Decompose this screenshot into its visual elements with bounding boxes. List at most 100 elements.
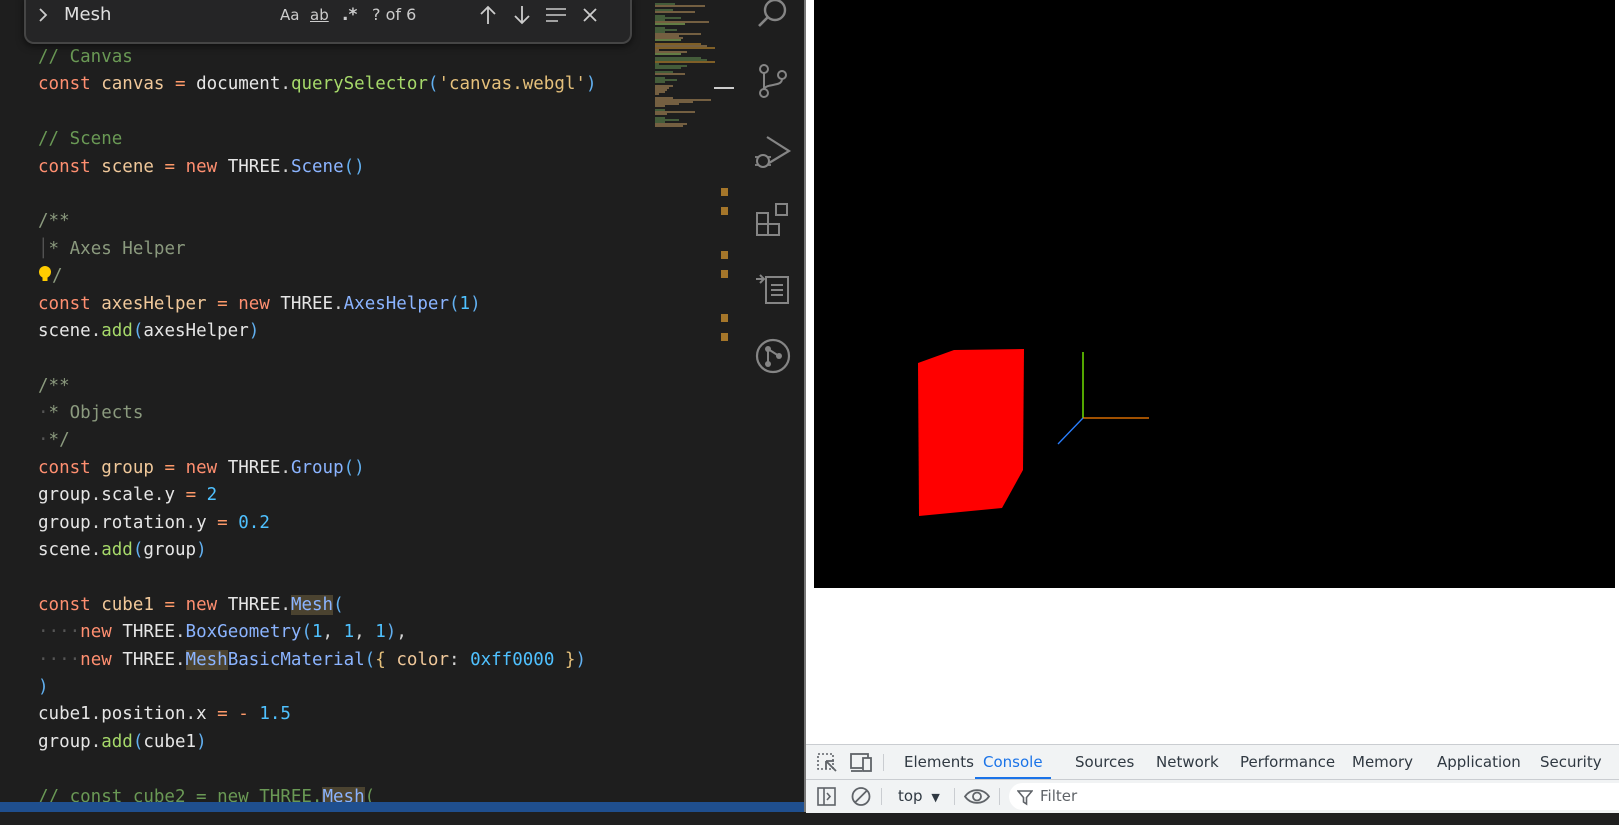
code-token: ( [301, 622, 312, 643]
match-case-toggle[interactable]: Aa [280, 0, 299, 34]
code-line[interactable]: / [38, 263, 597, 290]
inspect-element-icon[interactable] [816, 745, 838, 779]
code-line[interactable] [38, 756, 597, 783]
find-match-marker [721, 188, 728, 196]
tab-console[interactable]: Console [975, 745, 1051, 779]
code-token: axesHelper [101, 293, 207, 314]
tab-elements[interactable]: Elements [904, 745, 974, 779]
code-line[interactable]: ·* Objects [38, 400, 597, 427]
tab-network[interactable]: Network [1156, 745, 1219, 779]
search-match-highlight: Mesh [290, 594, 334, 615]
code-line[interactable]: cube1.position.x = - 1.5 [38, 701, 597, 728]
extensions-icon[interactable] [745, 196, 801, 244]
code-token: ( [427, 74, 439, 95]
code-line[interactable]: ····new THREE.BoxGeometry(1, 1, 1), [38, 619, 597, 646]
code-line[interactable]: ····new THREE.MeshBasicMaterial({ color:… [38, 647, 597, 674]
clear-console-icon[interactable] [850, 780, 872, 813]
whole-word-toggle[interactable]: ab [310, 0, 329, 34]
whole-word-label: ab [310, 6, 329, 24]
find-input[interactable]: Mesh [64, 0, 111, 34]
code-line[interactable]: const axesHelper = new THREE.AxesHelper(… [38, 291, 597, 318]
code-line[interactable]: scene.add(axesHelper) [38, 318, 597, 345]
code-editor[interactable]: Mesh Aa ab .* ? of 6 // Canvas const canv… [0, 0, 805, 812]
code-line[interactable]: group.rotation.y = 0.2 [38, 510, 597, 537]
code-line[interactable] [38, 564, 597, 591]
context-selector[interactable]: top ▼ [898, 780, 940, 813]
git-graph-icon[interactable] [745, 332, 801, 380]
activity-bar [745, 0, 805, 812]
find-in-selection-icon[interactable] [544, 0, 568, 34]
toggle-replace-icon[interactable] [36, 0, 50, 34]
remote-explorer-icon[interactable] [745, 264, 801, 312]
code-token: scale [101, 485, 154, 506]
code-token: = [164, 594, 176, 615]
toolbar-separator [883, 754, 884, 771]
code-line[interactable]: // Canvas [38, 44, 597, 71]
code-line[interactable]: const cube1 = new THREE.Mesh( [38, 592, 597, 619]
tab-application[interactable]: Application [1437, 745, 1521, 779]
code-token: THREE [280, 293, 334, 314]
code-line[interactable]: scene.add(group) [38, 537, 597, 564]
code-token: new [185, 457, 218, 478]
code-line[interactable] [38, 181, 597, 208]
code-line[interactable]: // Scene [38, 126, 597, 153]
code-token: 0xff0000 [470, 649, 555, 670]
code-lines[interactable]: // Canvas const canvas = document.querySe… [38, 44, 597, 811]
code-token: AxesHelper [343, 293, 449, 314]
code-token: = [217, 512, 228, 533]
code-token: 0.2 [238, 512, 270, 533]
source-control-icon[interactable] [745, 57, 801, 105]
code-token: ( [448, 293, 460, 314]
code-token: = [217, 704, 228, 725]
minimap[interactable] [655, 0, 715, 140]
code-line[interactable]: ·*/ [38, 427, 597, 454]
code-line[interactable]: const group = new THREE.Group() [38, 455, 597, 482]
code-token: THREE [122, 622, 175, 643]
code-token: y [164, 485, 176, 506]
code-line[interactable]: ) [38, 674, 597, 701]
code-line[interactable]: const canvas = document.querySelector('c… [38, 71, 597, 98]
code-line[interactable] [38, 345, 597, 372]
code-token: cube1 [143, 731, 197, 752]
code-token: document [196, 74, 281, 95]
code-line[interactable]: /** [38, 373, 597, 400]
run-debug-icon[interactable] [745, 127, 801, 175]
code-line[interactable]: const scene = new THREE.Scene() [38, 154, 597, 181]
code-token: · [38, 403, 49, 424]
code-token: = [175, 74, 186, 95]
tab-sources[interactable]: Sources [1075, 745, 1134, 779]
code-line[interactable]: │* Axes Helper [38, 236, 597, 263]
previous-match-icon[interactable] [478, 0, 498, 34]
code-token: 1 [375, 622, 386, 643]
live-expression-eye-icon[interactable] [963, 780, 991, 813]
device-toolbar-icon[interactable] [848, 745, 874, 779]
webgl-canvas[interactable] [814, 0, 1615, 588]
sidebar-toggle-icon[interactable] [816, 780, 838, 813]
code-line[interactable] [38, 99, 597, 126]
filter-input[interactable]: Filter [1009, 783, 1619, 810]
code-token: THREE [227, 457, 281, 478]
code-line[interactable]: group.scale.y = 2 [38, 482, 597, 509]
close-icon[interactable] [580, 0, 600, 34]
regex-toggle[interactable]: .* [342, 0, 357, 34]
next-match-icon[interactable] [512, 0, 532, 34]
code-token: add [101, 540, 133, 561]
lightbulb-icon[interactable] [38, 266, 52, 286]
search-icon[interactable] [745, 0, 801, 38]
tab-memory[interactable]: Memory [1352, 745, 1413, 779]
tab-security[interactable]: Security [1540, 745, 1602, 779]
overview-ruler[interactable] [721, 0, 731, 780]
tab-performance[interactable]: Performance [1240, 745, 1335, 779]
axis-z-line [1057, 417, 1084, 445]
code-line[interactable]: group.add(cube1) [38, 729, 597, 756]
code-token: const [38, 293, 91, 314]
code-line[interactable]: /** [38, 208, 597, 235]
code-token: scene [38, 540, 91, 561]
